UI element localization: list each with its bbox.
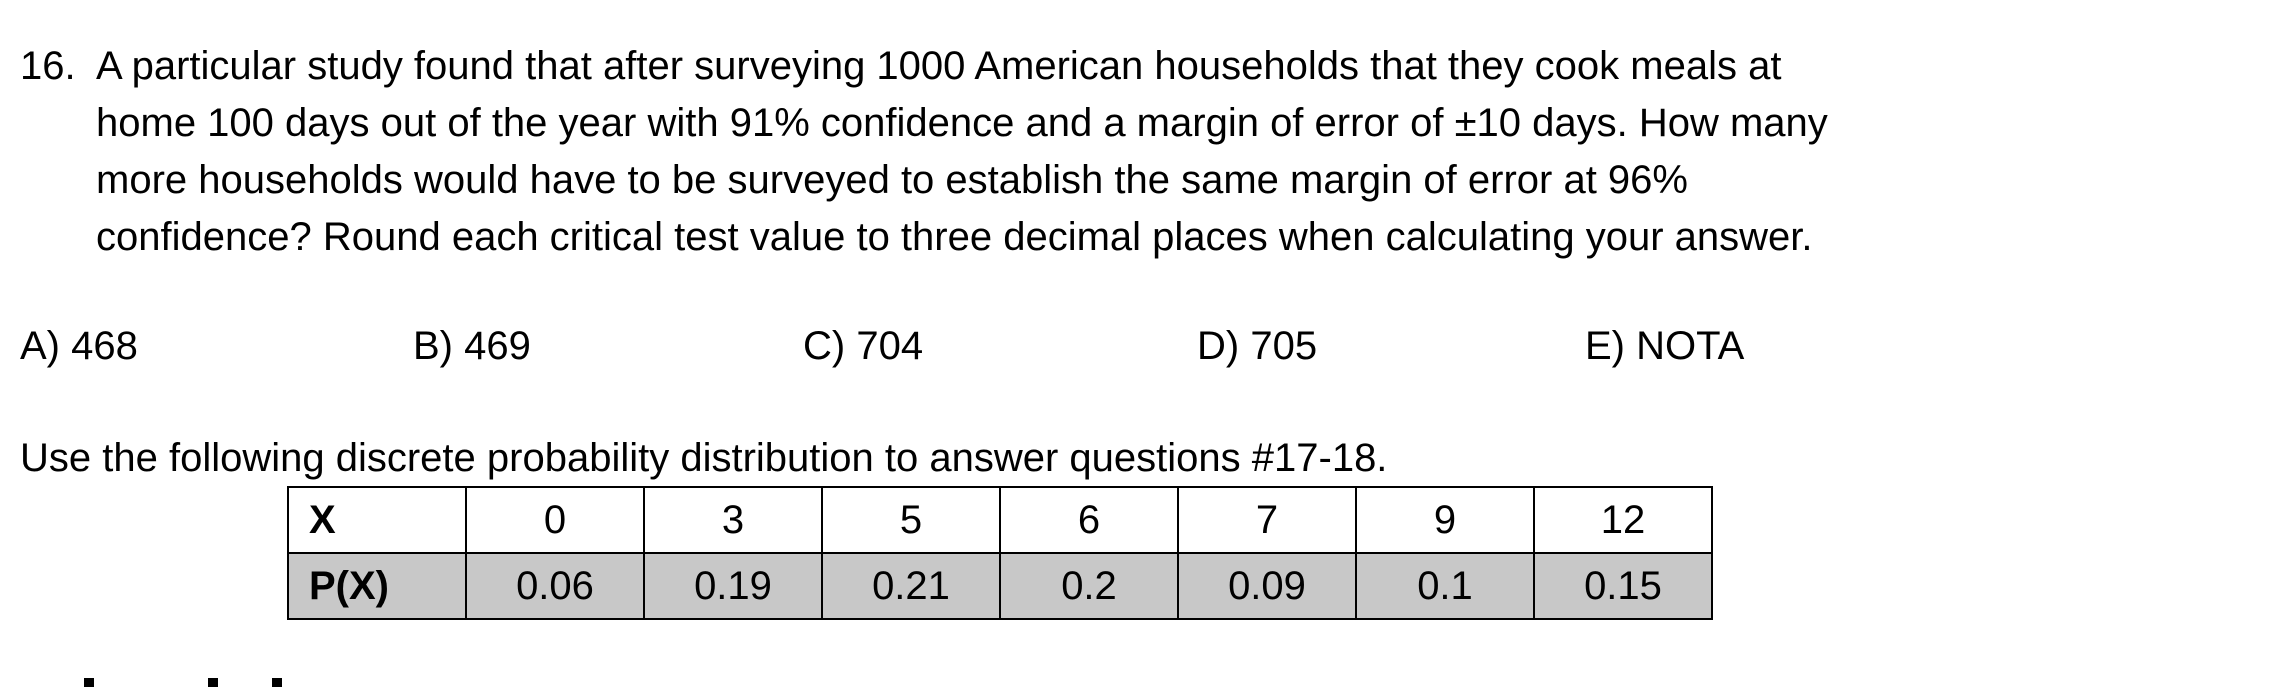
p-value: 0.19 [643, 552, 823, 620]
x-value: 6 [999, 486, 1179, 554]
p-value: 0.21 [821, 552, 1001, 620]
choice-a: A) 468 [20, 324, 138, 368]
question-text-line-4: confidence? Round each critical test val… [96, 215, 1813, 259]
x-value: 5 [821, 486, 1001, 554]
p-value: 0.15 [1533, 552, 1713, 620]
choice-d: D) 705 [1197, 324, 1318, 368]
question-text-line-2: home 100 days out of the year with 91% c… [96, 101, 1828, 145]
question-number: 16. [20, 44, 76, 88]
choice-e: E) NOTA [1585, 324, 1745, 368]
distribution-instruction: Use the following discrete probability d… [20, 436, 1388, 480]
x-value: 7 [1177, 486, 1357, 554]
choice-c: C) 704 [803, 324, 924, 368]
p-value: 0.1 [1355, 552, 1535, 620]
x-header: X [287, 486, 467, 554]
table-row-x: X 0 3 5 6 7 9 12 [287, 486, 1713, 554]
probability-distribution-table: X 0 3 5 6 7 9 12 P(X) 0.06 0.19 0.21 0.2… [287, 486, 1713, 620]
x-value: 3 [643, 486, 823, 554]
choice-b: B) 469 [413, 324, 531, 368]
x-value: 0 [465, 486, 645, 554]
p-value: 0.09 [1177, 552, 1357, 620]
x-value: 12 [1533, 486, 1713, 554]
p-value: 0.06 [465, 552, 645, 620]
question-text-line-1: A particular study found that after surv… [96, 44, 1782, 88]
table-row-probability: P(X) 0.06 0.19 0.21 0.2 0.09 0.1 0.15 [287, 552, 1713, 620]
p-header: P(X) [287, 552, 467, 620]
cut-off-next-line [84, 672, 334, 687]
x-value: 9 [1355, 486, 1535, 554]
question-text-line-3: more households would have to be surveye… [96, 158, 1688, 202]
p-value: 0.2 [999, 552, 1179, 620]
